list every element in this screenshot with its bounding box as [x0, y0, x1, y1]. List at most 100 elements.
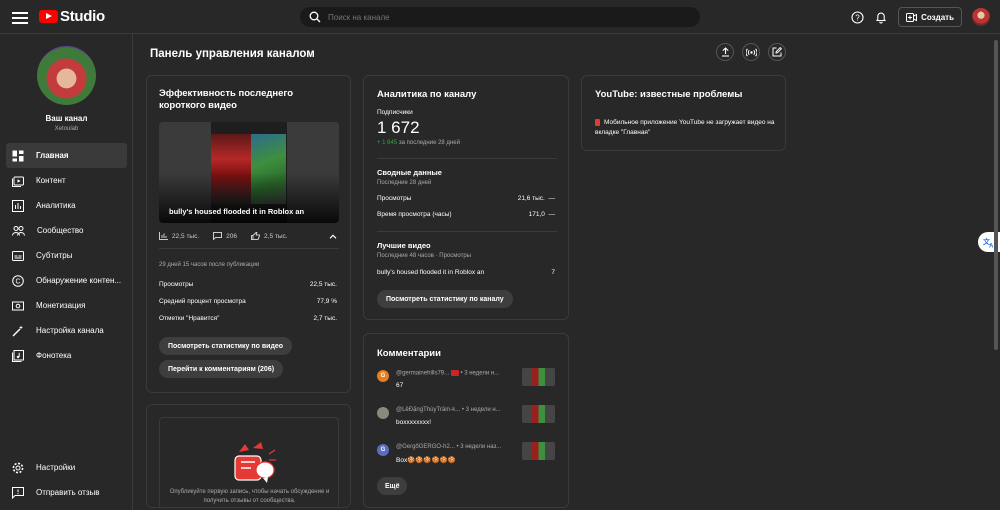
- stat-row-views: Просмотры 22,5 тыс.: [159, 281, 337, 288]
- top-video-row[interactable]: bully's housed flooded it in Roblox an 7: [377, 269, 555, 276]
- top-video-views: 7: [551, 269, 555, 276]
- help-icon[interactable]: ?: [850, 10, 864, 24]
- views-value: 22,5 тыс.: [172, 232, 200, 240]
- growth-value: + 1 645: [377, 140, 398, 146]
- page-scrollbar[interactable]: [994, 40, 998, 350]
- page-title: Панель управления каналом: [150, 48, 315, 60]
- sidebar-item-customization[interactable]: Настройка канала: [6, 318, 127, 343]
- sidebar-item-copyright[interactable]: C Обнаружение контен...: [6, 268, 127, 293]
- comment-meta: @germainehills79... • 3 недели н...: [396, 370, 499, 377]
- comments-value: 206: [226, 232, 238, 240]
- customization-icon: [12, 325, 23, 336]
- create-post-button[interactable]: [768, 43, 786, 61]
- sidebar-item-content[interactable]: Контент: [6, 168, 127, 193]
- sidebar-item-monetization[interactable]: Монетизация: [6, 293, 127, 318]
- channel-avatar[interactable]: [37, 46, 96, 105]
- comment-meta: @LêĐặngThùyTrâm-k... • 3 недели н...: [396, 407, 501, 413]
- top-videos-title: Лучшие видео: [377, 241, 431, 250]
- stat-value: 171,0: [528, 211, 545, 218]
- community-empty-text: Опубликуйте первую запись, чтобы начать …: [169, 489, 330, 504]
- notifications-bell-icon[interactable]: [874, 10, 888, 24]
- comment-author: @LêĐặngThùyTrâm-k...: [396, 407, 461, 413]
- search-bar[interactable]: [300, 7, 700, 27]
- go-to-comments-button[interactable]: Перейти к комментариям (206): [159, 360, 284, 378]
- stat-label: Время просмотра (часы): [377, 211, 452, 218]
- summary-row-watch-time: Время просмотра (часы) 171,0 —: [377, 211, 555, 218]
- published-ago: 29 дней 15 часов после публикации: [159, 262, 260, 268]
- stat-value: 77,9 %: [316, 298, 337, 305]
- search-icon: [309, 11, 321, 23]
- sidebar-item-label: Главная: [36, 151, 69, 160]
- comment-text: Box🍪🍪🍪🍪🍪🍪: [396, 457, 456, 464]
- search-input[interactable]: [328, 12, 688, 22]
- top-bar: Studio ? Создать: [0, 0, 1000, 34]
- live-broadcast-icon: [745, 47, 757, 57]
- comment-icon: [213, 232, 223, 240]
- sidebar-item-subtitles[interactable]: Субтитры: [6, 243, 127, 268]
- stat-value: 2,7 тыс.: [313, 315, 337, 322]
- video-quick-stats: 22,5 тыс. 206 2,5 тыс.: [159, 232, 339, 240]
- chevron-up-icon[interactable]: [329, 234, 337, 239]
- comments-stat: 206: [213, 232, 237, 240]
- sidebar-item-analytics[interactable]: Аналитика: [6, 193, 127, 218]
- studio-logo[interactable]: Studio: [39, 8, 105, 25]
- more-comments-button[interactable]: Ещё: [377, 477, 408, 495]
- top-videos-period: Последние 48 часов · Просмотры: [377, 253, 471, 259]
- stat-row-avg-percent: Средний процент просмотра 77,9 %: [159, 298, 337, 305]
- comment-item[interactable]: G @germainehills79... • 3 недели н... 67: [377, 368, 557, 390]
- sidebar-item-community[interactable]: Сообщество: [6, 218, 127, 243]
- analytics-icon: [12, 199, 24, 212]
- sidebar: Ваш канал Xetoulab Главная Контент Анали…: [0, 34, 133, 510]
- sidebar-item-label: Фонотека: [36, 351, 72, 360]
- views-stat: 22,5 тыс.: [159, 232, 199, 240]
- stat-value: 21,6 тыс.: [517, 195, 545, 202]
- menu-icon[interactable]: [12, 9, 28, 25]
- latest-short-card: Эффективность последнего короткого видео…: [146, 75, 351, 393]
- comments-card: Комментарии G @germainehills79... • 3 не…: [363, 333, 569, 508]
- stat-trend: —: [548, 211, 556, 218]
- sidebar-item-label: Аналитика: [36, 201, 76, 210]
- comment-text: boxxxxxxxx!: [396, 419, 432, 426]
- copyright-icon: C: [12, 274, 24, 287]
- known-issues-card: YouTube: известные проблемы Мобильное пр…: [581, 75, 786, 151]
- feedback-icon: [12, 486, 24, 499]
- comment-video-thumbnail[interactable]: [522, 405, 555, 423]
- comment-item[interactable]: @LêĐặngThùyTrâm-k... • 3 недели н... box…: [377, 405, 557, 427]
- hourglass-icon: [595, 118, 600, 126]
- go-live-button[interactable]: [742, 43, 760, 61]
- community-icon: [12, 225, 25, 236]
- video-stats-button[interactable]: Посмотреть статистику по видео: [159, 337, 293, 355]
- divider: [377, 158, 557, 159]
- upload-button[interactable]: [716, 43, 734, 61]
- comment-video-thumbnail[interactable]: [522, 368, 555, 386]
- channel-title: Ваш канал: [45, 114, 88, 123]
- commenter-avatar: G: [377, 370, 389, 382]
- create-button[interactable]: Создать: [898, 7, 962, 27]
- sidebar-item-audio-library[interactable]: Фонотека: [6, 343, 127, 368]
- monetization-icon: [12, 301, 24, 310]
- stat-label: Просмотры: [159, 281, 194, 288]
- video-title: bully's housed flooded it in Roblox an: [169, 207, 305, 216]
- channel-handle: Xetoulab: [54, 126, 79, 132]
- likes-value: 2,5 тыс.: [264, 232, 288, 240]
- issue-item[interactable]: Мобильное приложение YouTube не загружае…: [595, 118, 775, 137]
- card-title: Аналитика по каналу: [377, 89, 477, 100]
- comment-video-thumbnail[interactable]: [522, 442, 555, 460]
- divider: [159, 248, 339, 249]
- sidebar-item-feedback[interactable]: Отправить отзыв: [6, 480, 127, 505]
- stat-value: 22,5 тыс.: [309, 281, 337, 288]
- youtube-logo-icon: [39, 10, 58, 23]
- sidebar-item-dashboard[interactable]: Главная: [6, 143, 127, 168]
- stat-label: Средний процент просмотра: [159, 298, 246, 305]
- card-title: YouTube: известные проблемы: [595, 89, 743, 100]
- account-avatar[interactable]: [972, 8, 990, 26]
- create-video-icon: [906, 12, 918, 22]
- comment-item[interactable]: G @GergőGERGO-h2... • 3 недели наз... Bo…: [377, 442, 557, 464]
- video-thumbnail[interactable]: bully's housed flooded it in Roblox an: [159, 122, 339, 223]
- channel-badge-icon: [450, 370, 459, 376]
- channel-stats-button[interactable]: Посмотреть статистику по каналу: [377, 290, 513, 308]
- issue-text: Мобильное приложение YouTube не загружае…: [595, 119, 775, 136]
- sidebar-item-settings[interactable]: Настройки: [6, 455, 127, 480]
- commenter-avatar: G: [377, 444, 389, 456]
- sidebar-item-label: Монетизация: [36, 301, 86, 310]
